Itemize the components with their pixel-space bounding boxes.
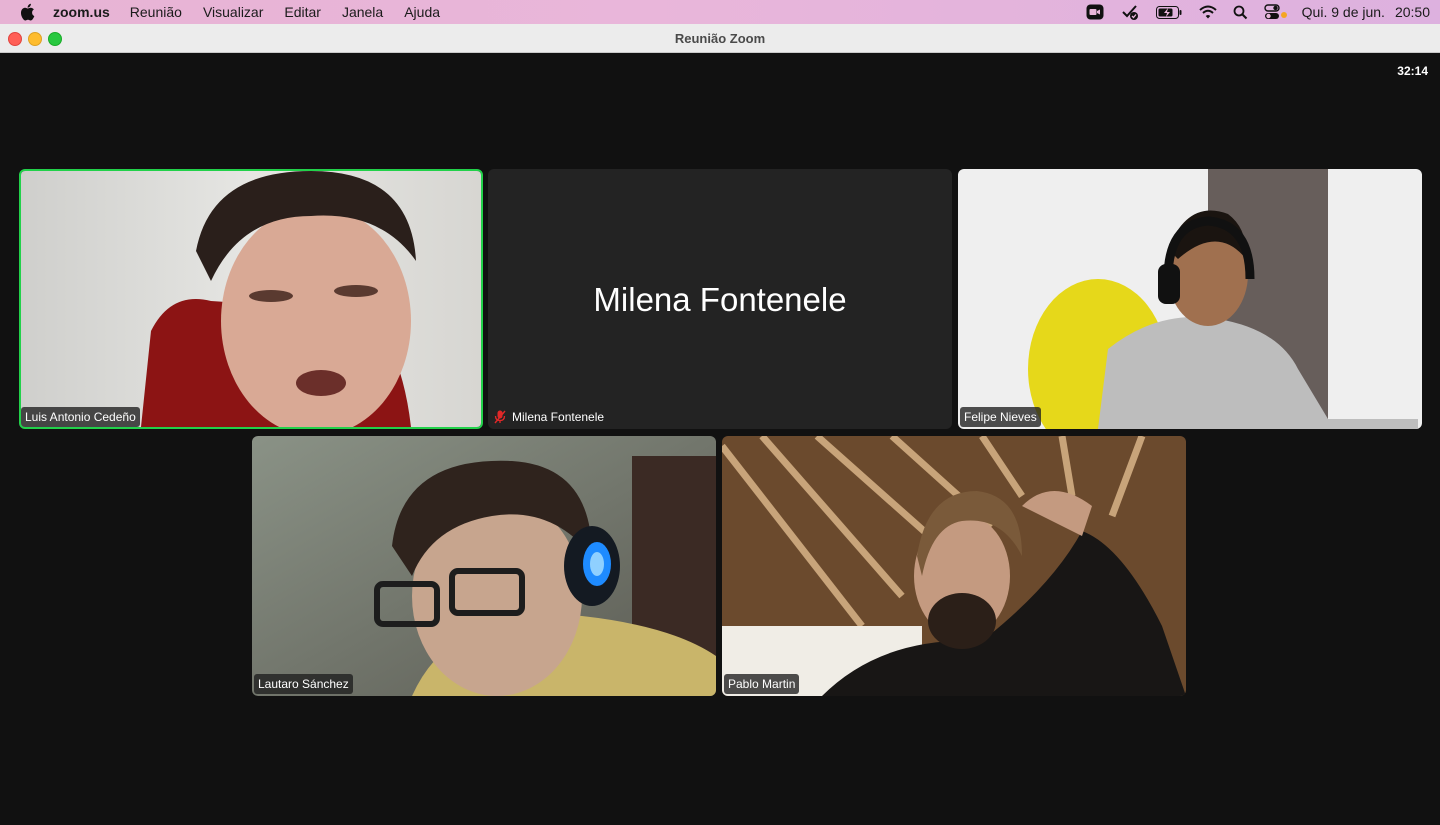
participant-tile-luis[interactable]: Luis Antonio Cedeño [19,169,483,429]
menu-editar[interactable]: Editar [284,4,321,20]
participant-name-row: Milena Fontenele [490,407,608,427]
participant-name-label: Milena Fontenele [512,410,605,424]
participant-name-label: Lautaro Sánchez [254,674,353,694]
menu-bar-clock[interactable]: Qui. 9 de jun. 20:50 [1302,4,1430,20]
participant-video [722,436,1186,696]
participant-name-label: Pablo Martin [724,674,800,694]
participant-tile-pablo[interactable]: Pablo Martin [722,436,1186,696]
macos-menu-bar: zoom.us Reunião Visualizar Editar Janela… [0,0,1440,24]
menu-reuniao[interactable]: Reunião [130,4,182,20]
participant-video [252,436,716,696]
menu-janela[interactable]: Janela [342,4,383,20]
menu-bar-date: Qui. 9 de jun. [1301,4,1385,20]
participant-tile-lautaro[interactable]: Lautaro Sánchez [252,436,716,696]
menu-bar-status-area: Qui. 9 de jun. 20:50 [1070,0,1430,24]
window-title: Reunião Zoom [674,31,766,46]
menu-visualizar[interactable]: Visualizar [203,4,263,20]
meeting-timer: 32:14 [1397,64,1428,78]
window-title-bar[interactable]: Reunião Zoom [0,24,1440,53]
participant-tile-milena[interactable]: Milena Fontenele Milena Fontenele [488,169,952,429]
meeting-gallery-view: 32:14 Luis Antonio Cedeño Milena Fontene… [0,53,1440,825]
search-icon[interactable] [1233,0,1248,24]
apple-logo-icon[interactable] [19,3,39,21]
participant-tile-felipe[interactable]: Felipe Nieves [958,169,1422,429]
participant-video [21,171,481,427]
wifi-icon[interactable] [1199,0,1217,24]
control-center-icon[interactable] [1263,0,1288,24]
menu-bar-time: 20:50 [1394,4,1430,20]
checkmark-icon[interactable] [1120,0,1140,24]
participant-video [958,169,1422,429]
participant-display-name: Milena Fontenele [593,281,847,318]
muted-microphone-icon [494,410,506,424]
menu-ajuda[interactable]: Ajuda [404,4,440,20]
menu-app-name[interactable]: zoom.us [53,4,110,20]
zoom-video-icon[interactable] [1086,0,1104,24]
participant-name-label: Felipe Nieves [960,407,1041,427]
battery-icon[interactable] [1155,0,1183,24]
participant-name-label: Luis Antonio Cedeño [21,407,140,427]
